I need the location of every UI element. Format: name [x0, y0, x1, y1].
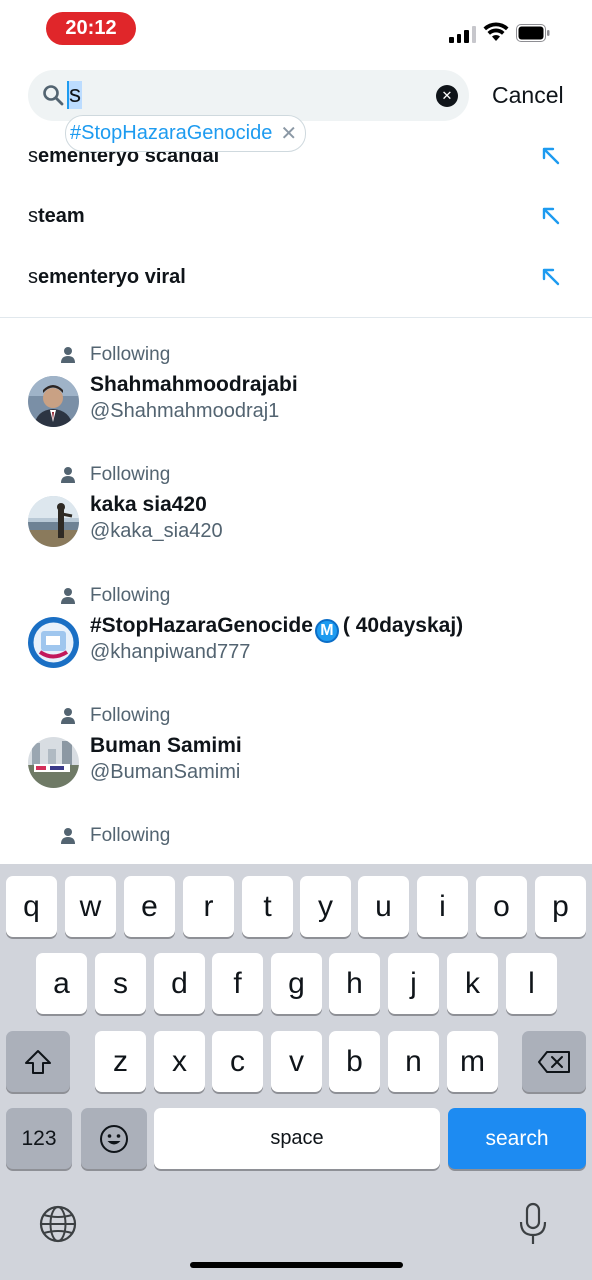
- key-d[interactable]: d: [154, 953, 205, 1014]
- user-result-row[interactable]: Following Shahmahmoodrajabi @Shahmahmood…: [0, 343, 592, 463]
- search-input[interactable]: s: [68, 81, 82, 109]
- key-z[interactable]: z: [95, 1031, 146, 1092]
- key-e[interactable]: e: [124, 876, 175, 937]
- key-m[interactable]: m: [447, 1031, 498, 1092]
- following-indicator: Following: [60, 343, 170, 367]
- backspace-icon: [538, 1050, 570, 1073]
- battery-icon: [516, 24, 550, 42]
- arrow-up-left-icon[interactable]: [540, 145, 562, 167]
- user-result-row[interactable]: Following #StopHazaraGenocide M( 40dayska…: [0, 584, 592, 704]
- following-indicator: Following: [60, 463, 170, 487]
- arrow-up-left-icon[interactable]: [540, 205, 562, 227]
- close-icon[interactable]: ✕: [280, 121, 297, 146]
- emoji-key[interactable]: [81, 1108, 147, 1169]
- cancel-button[interactable]: Cancel: [492, 82, 564, 109]
- person-icon: [61, 708, 75, 724]
- keyboard: q w e r t y u i o p a s d f g h j k l z …: [0, 864, 592, 1280]
- status-bar: 20:12: [0, 0, 592, 58]
- key-w[interactable]: w: [65, 876, 116, 937]
- text-caret: [67, 81, 69, 109]
- key-t[interactable]: t: [242, 876, 293, 937]
- key-n[interactable]: n: [388, 1031, 439, 1092]
- suggestion-text: steam: [28, 205, 85, 227]
- numbers-key[interactable]: 123: [6, 1108, 72, 1169]
- key-u[interactable]: u: [358, 876, 409, 937]
- space-key[interactable]: space: [154, 1108, 440, 1169]
- globe-icon[interactable]: [38, 1204, 78, 1244]
- avatar[interactable]: [28, 496, 79, 547]
- person-icon: [61, 588, 75, 604]
- search-suggestion-row[interactable]: steam: [0, 188, 592, 248]
- following-label: Following: [90, 585, 171, 606]
- user-display-name: kaka sia420: [90, 493, 207, 516]
- hashtag-chip-label: #StopHazaraGenocide: [70, 122, 273, 144]
- shift-icon: [25, 1049, 51, 1074]
- user-result-row[interactable]: Following Buman Samimi @BumanSamimi: [0, 704, 592, 824]
- key-q[interactable]: q: [6, 876, 57, 937]
- key-j[interactable]: j: [388, 953, 439, 1014]
- search-field[interactable]: s ✕: [28, 70, 469, 121]
- user-handle: @kaka_sia420: [90, 520, 223, 542]
- key-f[interactable]: f: [212, 953, 263, 1014]
- avatar[interactable]: [28, 737, 79, 788]
- key-v[interactable]: v: [271, 1031, 322, 1092]
- shift-key[interactable]: [6, 1031, 70, 1092]
- following-label: Following: [90, 705, 171, 726]
- key-l[interactable]: l: [506, 953, 557, 1014]
- key-o[interactable]: o: [476, 876, 527, 937]
- user-display-name: #StopHazaraGenocide M( 40dayskaj): [90, 614, 463, 643]
- search-icon: [43, 85, 64, 106]
- key-b[interactable]: b: [329, 1031, 380, 1092]
- cellular-signal-icon: [449, 26, 476, 43]
- home-indicator[interactable]: [190, 1262, 403, 1268]
- user-handle: @BumanSamimi: [90, 761, 241, 783]
- status-time: 20:12: [46, 12, 136, 45]
- search-suggestion-row[interactable]: sementeryo viral: [0, 249, 592, 309]
- following-indicator: Following: [60, 824, 170, 848]
- divider: [0, 317, 592, 318]
- hashtag-suggestion-chip[interactable]: #StopHazaraGenocide ✕: [65, 115, 307, 152]
- user-handle: @Shahmahmoodraj1: [90, 400, 280, 422]
- key-k[interactable]: k: [447, 953, 498, 1014]
- key-r[interactable]: r: [183, 876, 234, 937]
- clear-search-button[interactable]: ✕: [436, 85, 458, 107]
- verified-m-badge-icon: M: [314, 619, 339, 643]
- key-g[interactable]: g: [271, 953, 322, 1014]
- avatar[interactable]: [28, 617, 79, 668]
- key-c[interactable]: c: [212, 1031, 263, 1092]
- suggestion-text: sementeryo viral: [28, 266, 186, 288]
- key-y[interactable]: y: [300, 876, 351, 937]
- avatar[interactable]: [28, 376, 79, 427]
- following-label: Following: [90, 344, 171, 365]
- following-label: Following: [90, 464, 171, 485]
- microphone-icon[interactable]: [518, 1202, 548, 1246]
- following-indicator: Following: [60, 584, 170, 608]
- key-i[interactable]: i: [417, 876, 468, 937]
- user-result-row[interactable]: Following kaka sia420 @kaka_sia420: [0, 463, 592, 583]
- person-icon: [61, 828, 75, 844]
- key-a[interactable]: a: [36, 953, 87, 1014]
- arrow-up-left-icon[interactable]: [540, 266, 562, 288]
- person-icon: [61, 347, 75, 363]
- person-icon: [61, 467, 75, 483]
- key-p[interactable]: p: [535, 876, 586, 937]
- wifi-icon: [483, 22, 509, 41]
- user-display-name: Shahmahmoodrajabi: [90, 373, 298, 396]
- following-label: Following: [90, 825, 171, 846]
- search-key[interactable]: search: [448, 1108, 586, 1169]
- delete-key[interactable]: [522, 1031, 586, 1092]
- user-display-name: Buman Samimi: [90, 734, 242, 757]
- close-icon: ✕: [441, 88, 453, 103]
- key-h[interactable]: h: [329, 953, 380, 1014]
- following-indicator: Following: [60, 704, 170, 728]
- user-handle: @khanpiwand777: [90, 641, 251, 663]
- key-x[interactable]: x: [154, 1031, 205, 1092]
- key-s[interactable]: s: [95, 953, 146, 1014]
- emoji-icon: [100, 1124, 128, 1153]
